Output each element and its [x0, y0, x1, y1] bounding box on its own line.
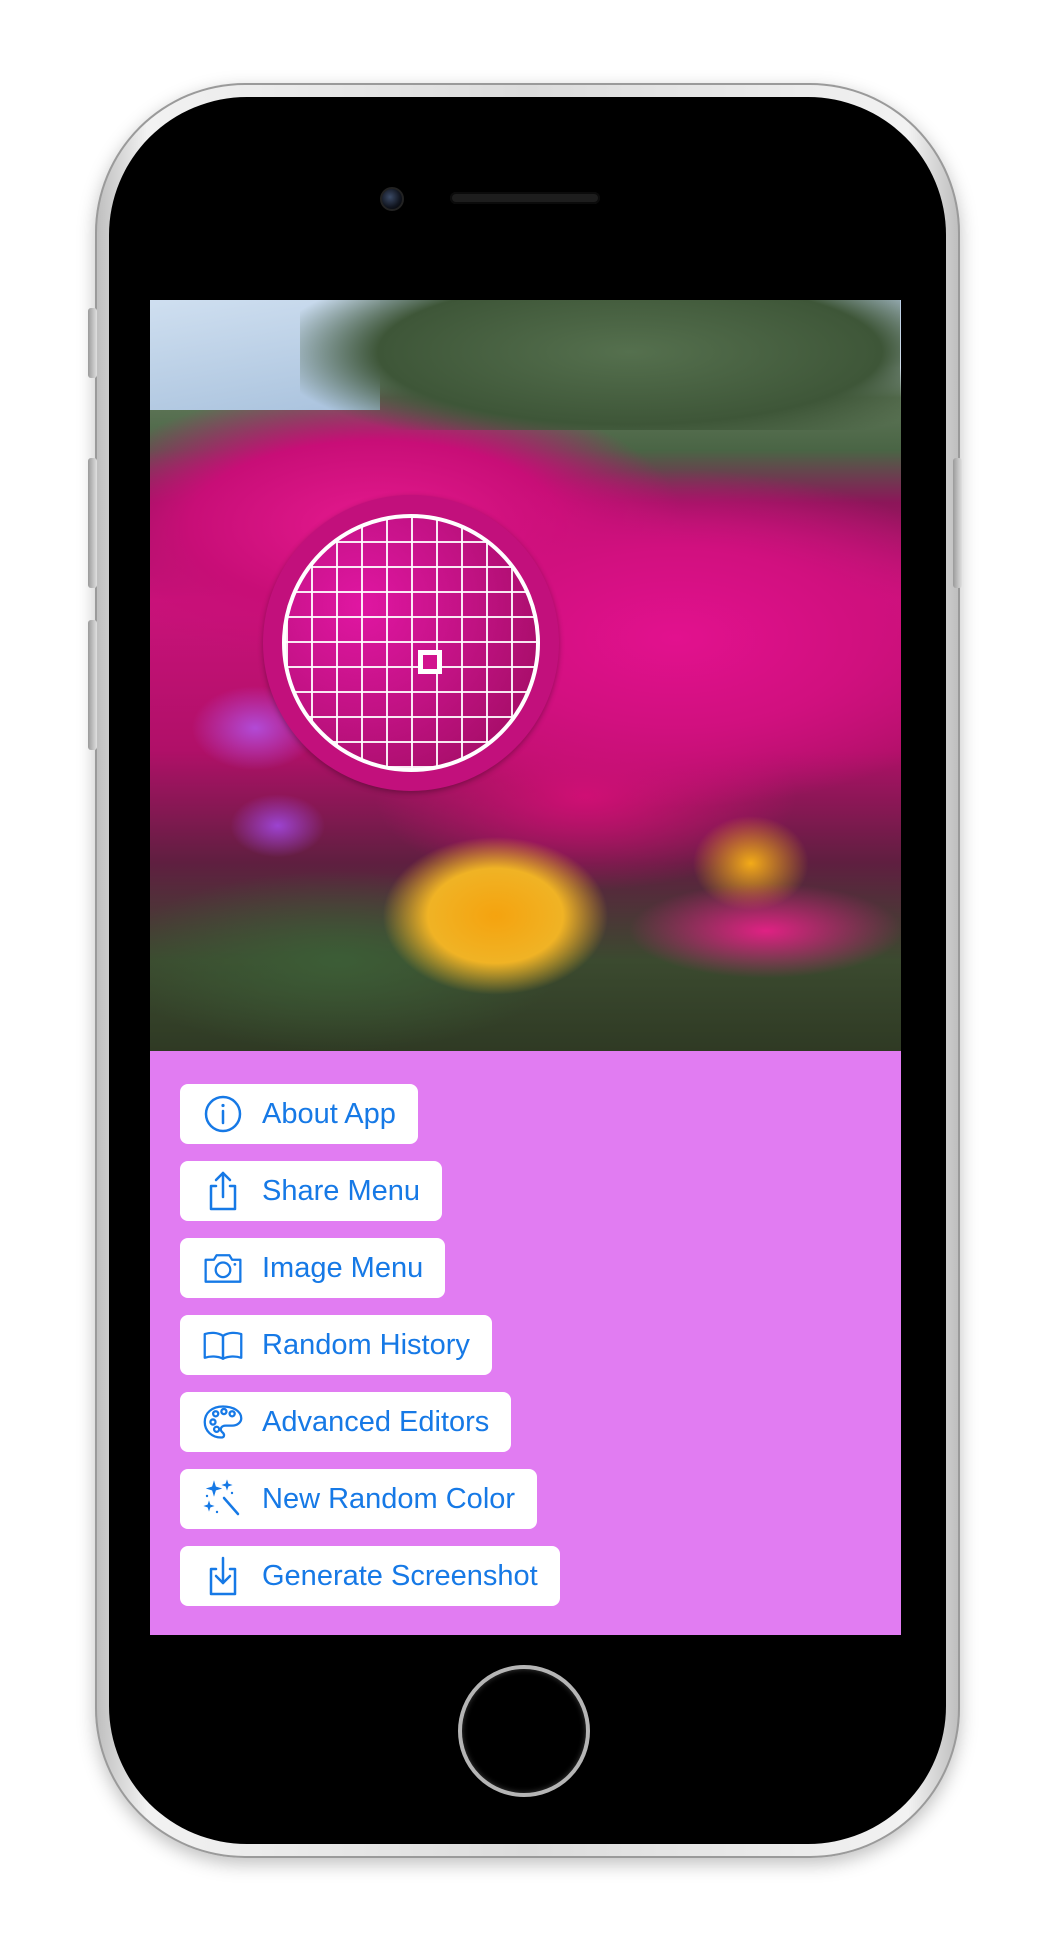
advanced-editors-label: Advanced Editors [262, 1405, 490, 1438]
share-menu-button[interactable]: Share Menu [180, 1161, 442, 1221]
magnifier-grid [282, 514, 540, 772]
power-button [953, 458, 962, 588]
download-icon [202, 1555, 244, 1597]
random-history-label: Random History [262, 1328, 470, 1361]
app-screen: About App Share Menu Image Menu Random H… [150, 300, 901, 1635]
image-menu-button[interactable]: Image Menu [180, 1238, 446, 1298]
advanced-editors-button[interactable]: Advanced Editors [180, 1392, 512, 1452]
book-icon [202, 1324, 244, 1366]
photo-bush [300, 300, 900, 430]
front-camera [380, 187, 404, 211]
volume-up-button [88, 458, 97, 588]
info-circle-icon [202, 1093, 244, 1135]
random-history-button[interactable]: Random History [180, 1315, 492, 1375]
color-picker-loupe[interactable] [263, 495, 559, 791]
volume-down-button [88, 620, 97, 750]
share-menu-label: Share Menu [262, 1174, 420, 1207]
new-random-color-button[interactable]: New Random Color [180, 1469, 538, 1529]
new-random-color-label: New Random Color [262, 1482, 516, 1515]
selected-pixel-marker [418, 650, 442, 674]
generate-screenshot-label: Generate Screenshot [262, 1559, 538, 1592]
about-app-button[interactable]: About App [180, 1084, 418, 1144]
mute-switch [88, 308, 97, 378]
menu-panel: About App Share Menu Image Menu Random H… [150, 1051, 901, 1635]
earpiece-speaker [450, 192, 600, 204]
source-photo[interactable] [150, 300, 901, 1051]
camera-icon [202, 1247, 244, 1289]
palette-icon [202, 1401, 244, 1443]
image-menu-label: Image Menu [262, 1251, 424, 1284]
about-app-label: About App [262, 1097, 396, 1130]
share-icon [202, 1170, 244, 1212]
generate-screenshot-button[interactable]: Generate Screenshot [180, 1546, 560, 1606]
home-button[interactable] [458, 1665, 590, 1797]
magic-wand-icon [202, 1478, 244, 1520]
